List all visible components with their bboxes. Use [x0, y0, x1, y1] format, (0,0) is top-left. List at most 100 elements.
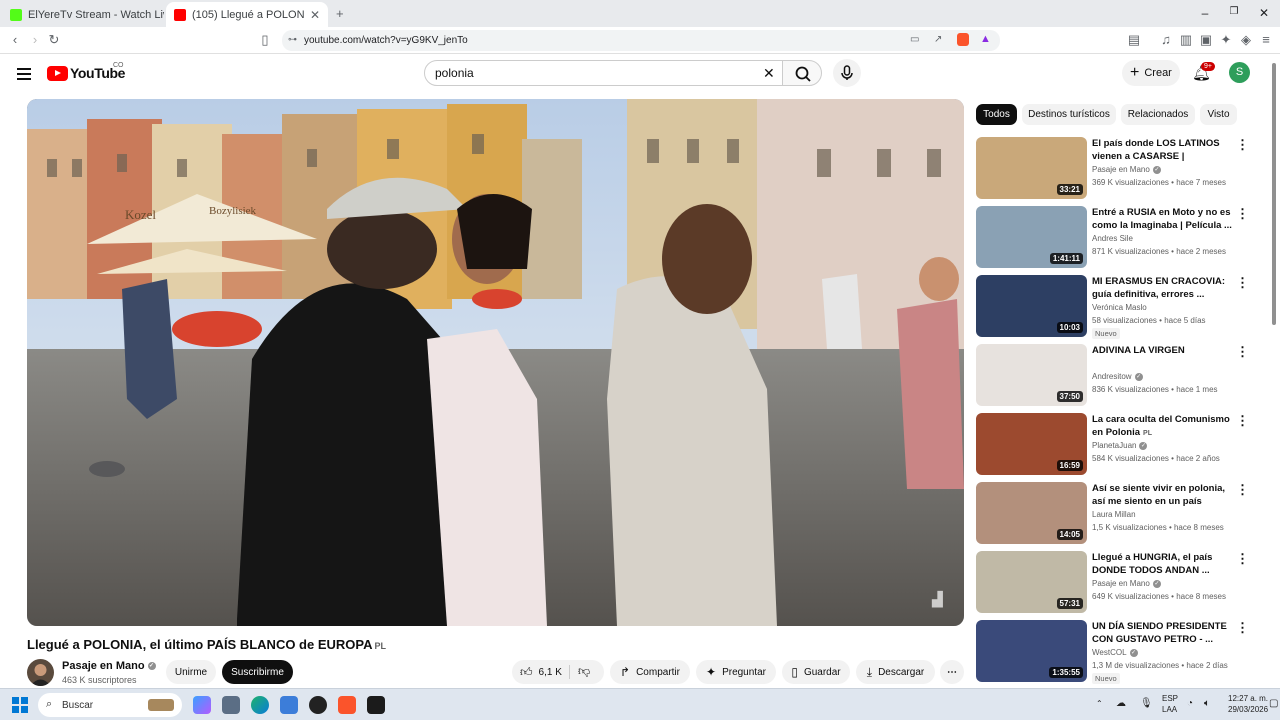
brave-taskbar-icon[interactable]	[338, 696, 356, 714]
sidebar-toggle-icon[interactable]: ▤	[1126, 32, 1142, 48]
notifications-tray-icon[interactable]: ▢	[1269, 698, 1278, 709]
recommendation-title[interactable]: UN DÍA SIENDO PRESIDENTE CON GUSTAVO PET…	[1092, 620, 1232, 646]
subscribe-button[interactable]: Suscribirme	[222, 660, 293, 684]
wallet-icon[interactable]: ▣	[1198, 32, 1214, 48]
clear-search-icon[interactable]: ✕	[763, 65, 775, 82]
vpn-icon[interactable]: ◈	[1238, 32, 1254, 48]
video-thumbnail[interactable]: 1:41:11	[976, 206, 1087, 268]
restore-icon[interactable]: ❐	[1226, 6, 1242, 17]
clock-date[interactable]: 29/03/2026	[1228, 705, 1268, 714]
create-button[interactable]: + Crear	[1122, 60, 1180, 86]
recommendation-channel[interactable]: Pasaje en Mano ✓	[1092, 165, 1161, 174]
app-icon[interactable]	[309, 696, 327, 714]
windows-start-icon[interactable]	[12, 697, 28, 713]
like-count[interactable]: 6,1 K	[539, 667, 562, 678]
recommendation-card[interactable]: 14:05 Así se siente vivir en polonia, así…	[976, 482, 1266, 546]
tab-youtube[interactable]: (105) Llegué a POLONIA, el últ ✕	[166, 2, 328, 27]
video-thumbnail[interactable]: 1:35:55	[976, 620, 1087, 682]
recommendation-channel[interactable]: Pasaje en Mano ✓	[1092, 579, 1161, 588]
more-options-icon[interactable]: ⋮	[1236, 275, 1249, 291]
recommendation-card[interactable]: 16:59 La cara oculta del Comunismo en Pol…	[976, 413, 1266, 477]
chip-todos[interactable]: Todos	[976, 104, 1017, 125]
voice-search-button[interactable]	[833, 59, 861, 87]
download-button[interactable]: ⤓ Descargar	[856, 660, 935, 684]
task-view-icon[interactable]	[222, 696, 240, 714]
save-button[interactable]: ▯ Guardar	[782, 660, 850, 684]
recommendation-card[interactable]: 37:50 ADIVINA LA VIRGEN Andresitow ✓ 836 K v…	[976, 344, 1266, 408]
search-button[interactable]	[782, 60, 822, 86]
mic-tray-icon[interactable]: 🎙︎	[1140, 698, 1153, 709]
leo-ai-icon[interactable]: ✦	[1218, 32, 1234, 48]
recommendation-channel[interactable]: Verónica Maslo	[1092, 303, 1147, 312]
recommendation-title[interactable]: El país donde LOS LATINOS vienen a CASAR…	[1092, 137, 1232, 163]
video-thumbnail[interactable]: 33:21	[976, 137, 1087, 199]
share-button[interactable]: ↱ Compartir	[610, 660, 690, 684]
video-thumbnail[interactable]: 16:59	[976, 413, 1087, 475]
new-tab-button[interactable]: +	[336, 6, 344, 21]
lang-layout[interactable]: LAA	[1162, 705, 1177, 714]
hamburger-menu-icon[interactable]	[17, 65, 31, 83]
chip-visto[interactable]: Visto	[1200, 104, 1237, 125]
youtube-logo-icon[interactable]	[47, 66, 68, 81]
chip-relacionados[interactable]: Relacionados	[1121, 104, 1195, 125]
recommendation-channel[interactable]: WestCOL ✓	[1092, 648, 1138, 657]
menu-icon[interactable]: ≡	[1258, 32, 1274, 47]
app2-icon[interactable]	[367, 696, 385, 714]
share-page-icon[interactable]: ↗	[934, 34, 942, 45]
media-icon[interactable]: ♫	[1158, 32, 1174, 47]
recommendation-card[interactable]: 1:41:11 Entré a RUSIA en Moto y no es com…	[976, 206, 1266, 270]
forward-icon[interactable]: ›	[27, 32, 43, 47]
recommendation-title[interactable]: Llegué a HUNGRIA, el país DONDE TODOS AN…	[1092, 551, 1232, 577]
close-tab-icon[interactable]: ✕	[310, 8, 320, 22]
video-thumbnail[interactable]: 37:50	[976, 344, 1087, 406]
ask-button[interactable]: ✦ Preguntar	[696, 660, 776, 684]
recommendation-channel[interactable]: Laura Millan	[1092, 510, 1136, 519]
channel-name[interactable]: Pasaje en Mano ✓	[62, 660, 156, 672]
channel-avatar[interactable]	[27, 659, 54, 686]
reload-icon[interactable]: ↻	[46, 32, 62, 48]
copilot-icon[interactable]	[193, 696, 211, 714]
more-options-icon[interactable]: ⋮	[1236, 344, 1249, 360]
recommendation-title[interactable]: Entré a RUSIA en Moto y no es como la Im…	[1092, 206, 1232, 232]
video-thumbnail[interactable]: 57:31	[976, 551, 1087, 613]
more-options-icon[interactable]: ⋮	[1236, 620, 1249, 636]
reader-icon[interactable]: ▥	[1178, 32, 1194, 48]
taskbar-search[interactable]: ⌕ Buscar	[38, 693, 182, 717]
page-scrollbar[interactable]	[1272, 63, 1276, 325]
wifi-icon[interactable]: ◔	[1187, 698, 1193, 709]
tab-kick[interactable]: ElYereTv Stream - Watch Live on Kick	[2, 2, 164, 27]
recommendation-title[interactable]: La cara oculta del Comunismo en Polonia P…	[1092, 413, 1232, 439]
search-input[interactable]: polonia ✕	[424, 60, 784, 86]
video-player[interactable]: Kozel Bozylisiek ▟	[27, 99, 964, 626]
recommendation-card[interactable]: 10:03 MI ERASMUS EN CRACOVIA: guía defini…	[976, 275, 1266, 339]
edge-icon[interactable]	[251, 696, 269, 714]
clock-time[interactable]: 12:27 a. m.	[1228, 694, 1268, 703]
recommendation-card[interactable]: 1:35:55 UN DÍA SIENDO PRESIDENTE CON GUST…	[976, 620, 1266, 684]
recommendation-title[interactable]: ADIVINA LA VIRGEN	[1092, 344, 1232, 357]
lang-code[interactable]: ESP	[1162, 694, 1178, 703]
recommendation-channel[interactable]: Andres Sile	[1092, 234, 1133, 243]
recommendation-title[interactable]: MI ERASMUS EN CRACOVIA: guía definitiva,…	[1092, 275, 1232, 301]
more-options-icon[interactable]: ⋮	[1236, 551, 1249, 567]
more-options-icon[interactable]: ⋮	[1236, 482, 1249, 498]
user-avatar[interactable]: S	[1229, 62, 1250, 83]
chip-destinos[interactable]: Destinos turísticos	[1022, 104, 1116, 125]
store-icon[interactable]	[280, 696, 298, 714]
join-button[interactable]: Unirme	[166, 660, 216, 684]
more-actions-icon[interactable]: ⋯	[940, 660, 964, 684]
recommendation-channel[interactable]: Andresitow ✓	[1092, 372, 1143, 381]
more-options-icon[interactable]: ⋮	[1236, 137, 1249, 153]
recommendation-title[interactable]: Así se siente vivir en polonia, así me s…	[1092, 482, 1232, 508]
address-bar[interactable]: ⊶ youtube.com/watch?v=yG9KV_jenTo ▭ ↗ ▲	[282, 30, 1000, 51]
bookmark-icon[interactable]: ▯	[257, 32, 273, 48]
recommendation-card[interactable]: 33:21 El país donde LOS LATINOS vienen a …	[976, 137, 1266, 201]
video-thumbnail[interactable]: 14:05	[976, 482, 1087, 544]
more-options-icon[interactable]: ⋮	[1236, 206, 1249, 222]
dislike-icon[interactable]: 👎︎	[578, 664, 590, 679]
more-options-icon[interactable]: ⋮	[1236, 413, 1249, 429]
volume-icon[interactable]: 🔈︎	[1204, 698, 1210, 709]
minimize-icon[interactable]: –	[1197, 6, 1213, 20]
site-info-icon[interactable]: ⊶	[288, 34, 297, 45]
like-icon[interactable]: 👍︎	[520, 665, 533, 680]
recommendation-channel[interactable]: PlanetaJuan ✓	[1092, 441, 1148, 450]
